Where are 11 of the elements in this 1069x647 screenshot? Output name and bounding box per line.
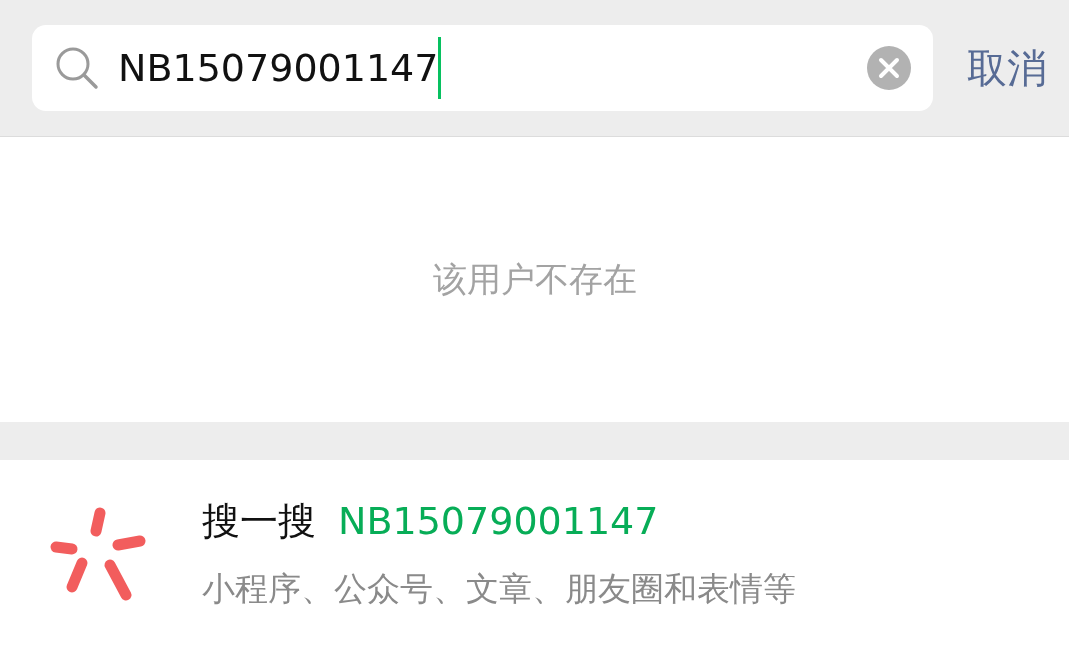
- search-input-text: NB15079001147: [118, 49, 439, 87]
- suggestion-subtitle: 小程序、公众号、文章、朋友圈和表情等: [202, 568, 796, 611]
- cancel-button[interactable]: 取消: [967, 48, 1047, 88]
- empty-message: 该用户不存在: [432, 258, 637, 301]
- search-field[interactable]: NB15079001147: [32, 25, 933, 111]
- suggestion-title: 搜一搜: [202, 498, 316, 546]
- text-cursor: [438, 37, 442, 99]
- search-suggestion-row[interactable]: 搜一搜 NB15079001147 小程序、公众号、文章、朋友圈和表情等: [0, 460, 1069, 647]
- search-icon: [54, 45, 100, 91]
- suggestion-query: NB15079001147: [338, 498, 659, 546]
- clear-icon[interactable]: [867, 46, 911, 90]
